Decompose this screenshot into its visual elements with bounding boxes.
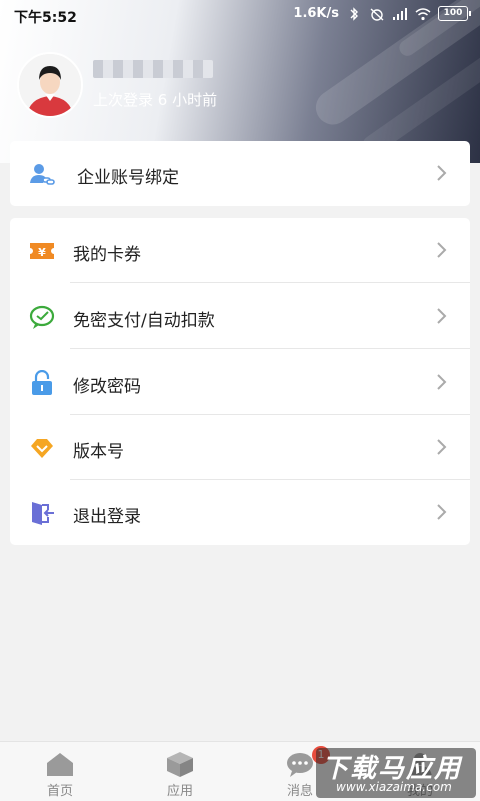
- tab-label: 首页: [46, 784, 73, 799]
- wifi-icon: [415, 7, 431, 20]
- chevron-right-icon: [437, 374, 447, 390]
- home-icon: [47, 753, 73, 776]
- status-bar: 下午5:52 1.6K/s 100: [0, 0, 480, 30]
- avatar-person-icon: [19, 54, 81, 116]
- username-redacted: [93, 60, 213, 78]
- network-speed: 1.6K/s: [293, 6, 339, 21]
- menu-item-logout[interactable]: 退出登录: [10, 480, 470, 545]
- chevron-right-icon: [437, 504, 447, 520]
- last-login-text: 上次登录 6 小时前: [93, 91, 218, 109]
- svg-text:¥: ¥: [38, 246, 46, 259]
- menu-item-change-password[interactable]: 修改密码: [10, 350, 470, 415]
- menu-label: 免密支付/自动扣款: [73, 311, 215, 331]
- menu-label: 退出登录: [73, 507, 141, 527]
- settings-card: ¥ 我的卡券 免密支付/自动扣款 修改密码 版本号 退出登录: [10, 218, 470, 545]
- menu-label: 版本号: [73, 442, 124, 462]
- lock-icon: [32, 370, 52, 395]
- logout-door-icon: [32, 502, 54, 525]
- menu-label: 我的卡券: [73, 245, 141, 265]
- chevron-right-icon: [437, 242, 447, 258]
- menu-label: 企业账号绑定: [77, 168, 179, 188]
- divider: [70, 348, 470, 349]
- tab-apps[interactable]: 应用: [120, 742, 240, 801]
- signal-icon: [393, 7, 407, 20]
- status-time: 下午5:52: [14, 10, 77, 26]
- profile-header: 下午5:52 1.6K/s 100 上次登录 6 小时前: [0, 0, 480, 163]
- tab-home[interactable]: 首页: [0, 742, 120, 801]
- box-icon: [167, 752, 193, 777]
- watermark: 下载马应用 www.xiazaima.com: [316, 748, 476, 798]
- enterprise-user-link-icon: [30, 164, 55, 185]
- status-indicators: 1.6K/s 100: [293, 6, 471, 21]
- menu-label: 修改密码: [73, 377, 141, 397]
- chevron-right-icon: [437, 165, 447, 181]
- chat-payment-icon: [29, 305, 55, 329]
- watermark-url: www.xiazaima.com: [336, 780, 452, 794]
- menu-item-version[interactable]: 版本号: [10, 415, 470, 480]
- menu-item-my-coupons[interactable]: ¥ 我的卡券: [10, 218, 470, 283]
- tab-label: 应用: [166, 784, 193, 799]
- menu-item-enterprise-binding[interactable]: 企业账号绑定: [10, 141, 470, 206]
- battery-icon: 100: [438, 6, 471, 21]
- menu-item-password-free-payment[interactable]: 免密支付/自动扣款: [10, 284, 470, 349]
- enterprise-card: 企业账号绑定: [10, 141, 470, 206]
- avatar[interactable]: [17, 52, 83, 118]
- version-diamond-icon: [31, 439, 53, 458]
- alarm-off-icon: [370, 7, 384, 21]
- bluetooth-icon: [350, 6, 358, 21]
- coupon-icon: ¥: [30, 243, 54, 259]
- divider: [70, 282, 470, 283]
- chevron-right-icon: [437, 308, 447, 324]
- chevron-right-icon: [437, 439, 447, 455]
